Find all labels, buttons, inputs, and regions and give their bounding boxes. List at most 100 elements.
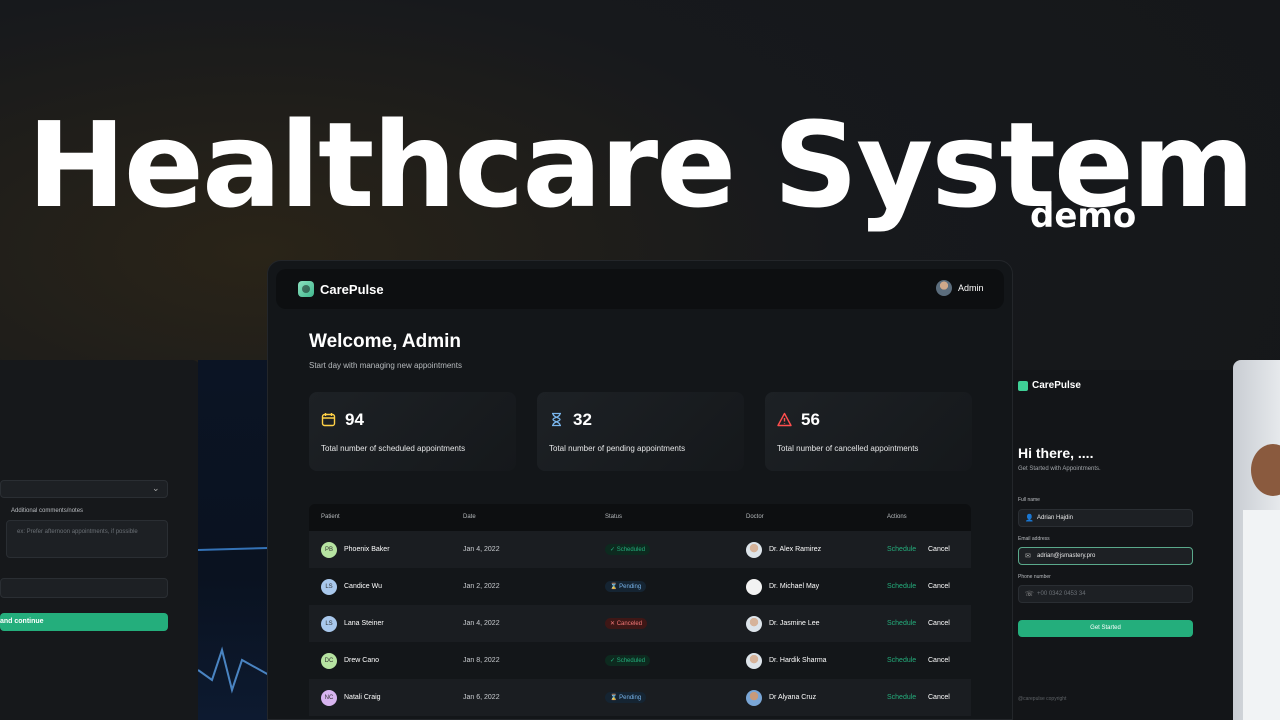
column-header-doctor: Doctor [746,514,764,520]
page-title: Welcome, Admin [309,331,462,352]
stat-label: Total number of cancelled appointments [777,444,919,453]
stat-label: Total number of scheduled appointments [321,444,466,453]
fullname-field[interactable]: 👤 Adrian Hajdin [1018,509,1193,527]
hero-subtitle: demo [1030,196,1137,236]
column-header-date: Date [463,514,476,520]
phone-field[interactable]: ☏ +00 0342 0453 34 [1018,585,1193,603]
doctor-name: Dr. Michael May [769,583,820,590]
schedule-button[interactable]: Schedule [887,657,916,664]
email-label: Email address [1018,536,1050,542]
table-row: LS Candice Wu Jan 2, 2022 ⌛ Pending Dr. … [309,568,971,605]
appointment-date: Jan 4, 2022 [463,546,500,553]
table-row: PB Phoenix Baker Jan 4, 2022 ✓ Scheduled… [309,531,971,568]
cancel-button[interactable]: Cancel [928,694,950,701]
doctor-name: Dr. Alex Ramirez [769,546,822,553]
left-input-field[interactable] [0,578,168,598]
stat-card-cancelled: 56 Total number of cancelled appointment… [765,392,972,471]
column-header-status: Status [605,514,623,520]
table-header: Patient Date Status Doctor Actions [309,504,971,531]
left-heartbeat-image [198,360,278,720]
cancel-button[interactable]: Cancel [928,620,950,627]
status-label: Canceled [616,621,643,627]
phone-label: Phone number [1018,574,1051,580]
get-started-button[interactable]: Get Started [1018,620,1193,637]
appointment-date: Jan 8, 2022 [463,657,500,664]
brand-logo[interactable]: CarePulse [298,281,384,297]
logo-icon [1018,380,1028,391]
page-subtitle: Start day with managing new appointments [309,361,462,370]
appointments-table: Patient Date Status Doctor Actions PB Ph… [309,504,971,716]
doctor-avatar [746,616,762,632]
check-icon: ✓ [610,547,616,553]
fullname-value: Adrian Hajdin [1037,515,1074,521]
stat-value: 56 [801,410,820,429]
fullname-label: Full name [1018,497,1040,503]
appointment-date: Jan 6, 2022 [463,694,500,701]
schedule-button[interactable]: Schedule [887,546,916,553]
status-badge: ⌛ Pending [605,581,647,592]
phone-value: +00 0342 0453 34 [1037,591,1086,597]
doctor-avatar [746,690,762,706]
stat-value: 32 [573,410,592,429]
status-badge: ✕ Canceled [605,618,648,629]
schedule-button[interactable]: Schedule [887,583,916,590]
cancel-button[interactable]: Cancel [928,546,950,553]
stat-label: Total number of pending appointments [549,444,686,453]
appointment-date: Jan 4, 2022 [463,620,500,627]
heartbeat-line-icon [198,547,278,694]
patient-initials-avatar: LS [321,616,337,632]
warning-icon [777,412,792,430]
avatar [936,280,952,296]
calendar-icon [321,412,336,430]
close-icon: ✕ [610,621,616,627]
schedule-button[interactable]: Schedule [887,694,916,701]
doctor-name: Dr. Hardik Sharma [769,657,827,664]
patient-name: Lana Steiner [344,620,384,627]
notes-textarea[interactable]: ex: Prefer afternoon appointments, if po… [6,520,168,558]
patient-initials-avatar: LS [321,579,337,595]
patient-name: Drew Cano [344,657,380,664]
patient-initials-avatar: DC [321,653,337,669]
stat-card-scheduled: 94 Total number of scheduled appointment… [309,392,516,471]
brand-name: CarePulse [320,281,384,297]
user-icon: 👤 [1025,515,1034,522]
cancel-button[interactable]: Cancel [928,657,950,664]
check-icon: ✓ [610,658,616,664]
table-row: NC Natali Craig Jan 6, 2022 ⌛ Pending Dr… [309,679,971,716]
email-field[interactable]: ✉ adrian@jsmastery.pro [1018,547,1193,565]
greeting-subtitle: Get Started with Appointments. [1018,466,1101,472]
email-value: adrian@jsmastery.pro [1037,553,1096,559]
appointment-date: Jan 2, 2022 [463,583,500,590]
column-header-patient: Patient [321,514,340,520]
left-select-field[interactable] [0,480,168,498]
status-label: Scheduled [616,547,646,553]
doctor-avatar [746,653,762,669]
phone-icon: ☏ [1025,591,1034,598]
schedule-button[interactable]: Schedule [887,620,916,627]
admin-dashboard: CarePulse Admin Welcome, Admin Start day… [267,260,1013,720]
hourglass-icon [549,412,564,430]
hourglass-icon: ⌛ [610,584,618,590]
doctor-avatar [746,579,762,595]
status-label: Pending [619,584,642,590]
top-navbar: CarePulse Admin [276,269,1004,309]
patient-initials-avatar: NC [321,690,337,706]
status-label: Scheduled [616,658,646,664]
table-row: LS Lana Steiner Jan 4, 2022 ✕ Canceled D… [309,605,971,642]
status-badge: ✓ Scheduled [605,655,651,666]
patient-name: Candice Wu [344,583,383,590]
greeting: Hi there, .... [1018,445,1094,461]
cancel-button[interactable]: Cancel [928,583,950,590]
user-menu[interactable]: Admin [936,280,984,296]
patient-initials-avatar: PB [321,542,337,558]
patient-name: Phoenix Baker [344,546,390,553]
doctor-image [1243,444,1280,720]
copyright: @carepulse copyright [1018,696,1067,702]
column-header-actions: Actions [887,514,907,520]
patient-name: Natali Craig [344,694,381,701]
status-badge: ⌛ Pending [605,692,647,703]
submit-button[interactable]: and continue [0,613,168,631]
stat-value: 94 [345,410,364,429]
carepulse-logo-icon [298,281,314,297]
user-name: Admin [958,283,984,293]
